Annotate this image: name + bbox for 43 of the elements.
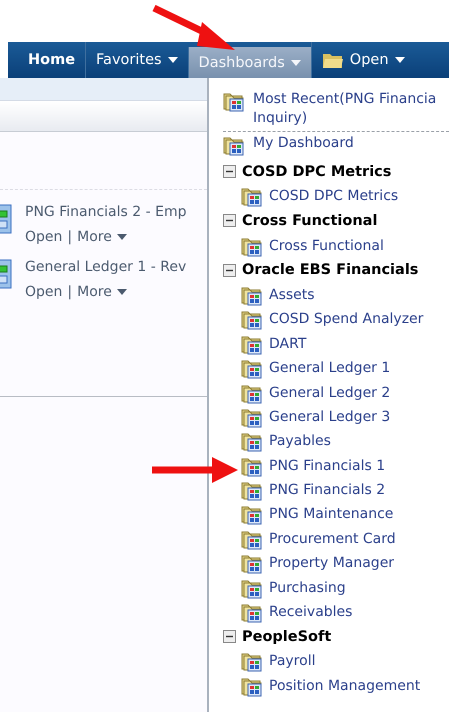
group-heading: Oracle EBS Financials	[242, 262, 418, 278]
dashboard-title[interactable]: PNG Financials 2 - Emp	[25, 204, 186, 220]
menu-item[interactable]: COSD DPC Metrics	[269, 188, 398, 204]
menu-item[interactable]: PNG Maintenance	[269, 506, 394, 522]
group-heading: PeopleSoft	[242, 628, 332, 645]
menu-item[interactable]: My Dashboard	[253, 134, 354, 153]
menu-item[interactable]: General Ledger 2	[269, 384, 390, 401]
caret-icon	[116, 234, 127, 240]
menu-item[interactable]: General Ledger 3	[269, 408, 390, 425]
nav-tab[interactable]: Home	[18, 42, 86, 78]
caret-icon	[290, 60, 301, 66]
action-link[interactable]: Open	[25, 229, 62, 245]
menu-item[interactable]: COSD Spend Analyzer	[269, 311, 424, 328]
action-link[interactable]: More	[77, 284, 112, 300]
menu-item[interactable]: Assets	[269, 286, 315, 303]
caret-icon	[168, 57, 178, 63]
action-link[interactable]: More	[77, 229, 112, 245]
menu-item[interactable]: Receivables	[269, 604, 352, 620]
dashboard-title[interactable]: General Ledger 1 - Rev	[25, 259, 186, 275]
menu-item[interactable]: DART	[269, 336, 306, 352]
menu-item[interactable]: Payables	[269, 433, 331, 450]
caret-icon	[394, 57, 405, 63]
folder-icon	[322, 52, 344, 68]
menu-item[interactable]: Position Management	[269, 678, 420, 694]
collapse-icon[interactable]	[223, 165, 236, 178]
separator: |	[67, 284, 72, 300]
menu-item[interactable]: General Ledger 1	[269, 360, 390, 376]
menu-item[interactable]: Payroll	[269, 653, 316, 670]
menu-item[interactable]: PNG Financials 2	[269, 482, 386, 498]
action-link[interactable]: Open	[25, 284, 62, 300]
group-heading: Cross Functional	[242, 212, 378, 229]
collapse-icon[interactable]	[223, 264, 236, 277]
menu-item[interactable]: Cross Functional	[269, 238, 384, 254]
caret-icon	[116, 289, 127, 295]
menu-item[interactable]: Purchasing	[269, 580, 346, 596]
collapse-icon[interactable]	[223, 214, 236, 228]
group-heading: COSD DPC Metrics	[242, 164, 392, 180]
menu-item[interactable]: Procurement Card	[269, 530, 396, 547]
menu-item[interactable]: Property Manager	[269, 555, 394, 572]
menu-item[interactable]: PNG Financials 1	[269, 458, 386, 474]
separator: |	[67, 229, 72, 245]
collapse-icon[interactable]	[223, 630, 236, 644]
menu-item[interactable]: Most Recent(PNG Financia Inquiry)	[253, 90, 436, 128]
